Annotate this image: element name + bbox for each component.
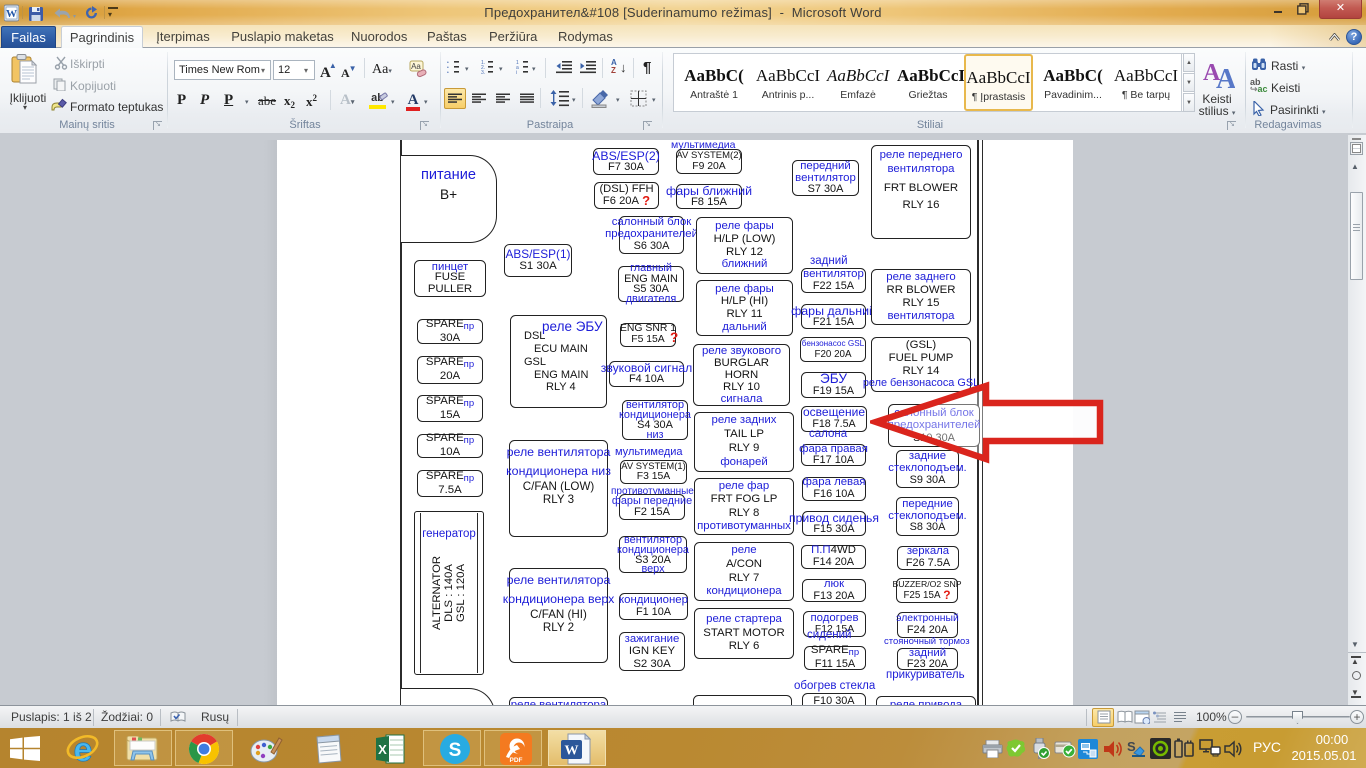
svg-text:PDF: PDF bbox=[510, 757, 523, 764]
svg-text:X: X bbox=[378, 742, 387, 757]
svg-text:W: W bbox=[565, 744, 579, 759]
svg-text:S: S bbox=[449, 740, 462, 761]
